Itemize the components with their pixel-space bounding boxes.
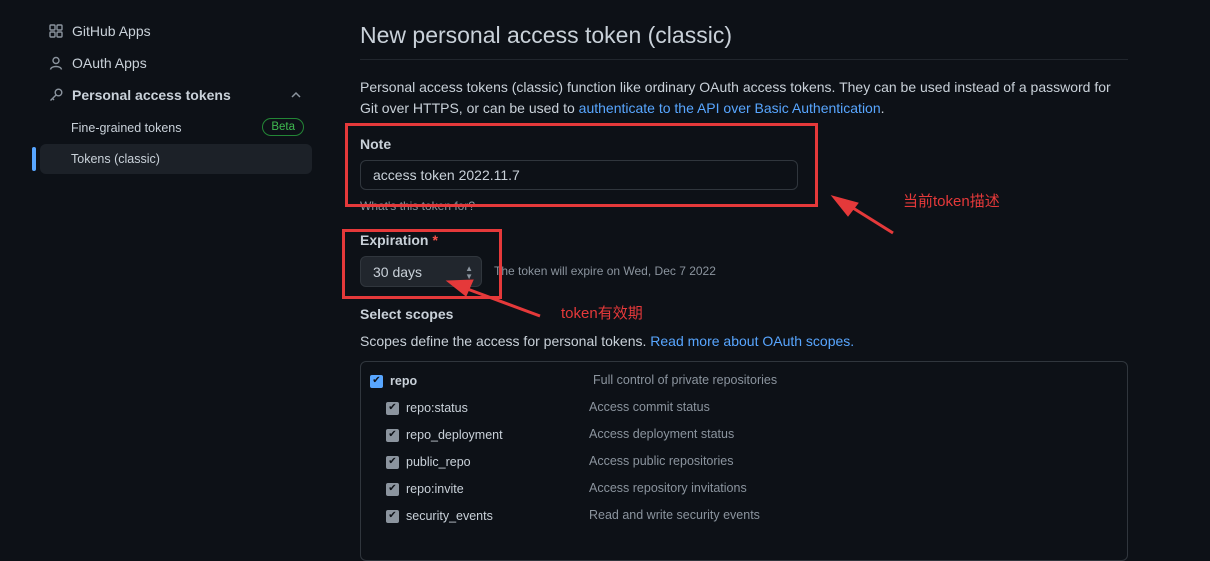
annotation-arrows xyxy=(445,195,894,318)
note-annotation-label: 当前token描述 xyxy=(903,193,1000,210)
note-arrow xyxy=(830,195,894,235)
expiry-annotation-label: token有效期 xyxy=(561,305,643,322)
expiry-arrow xyxy=(445,279,541,318)
